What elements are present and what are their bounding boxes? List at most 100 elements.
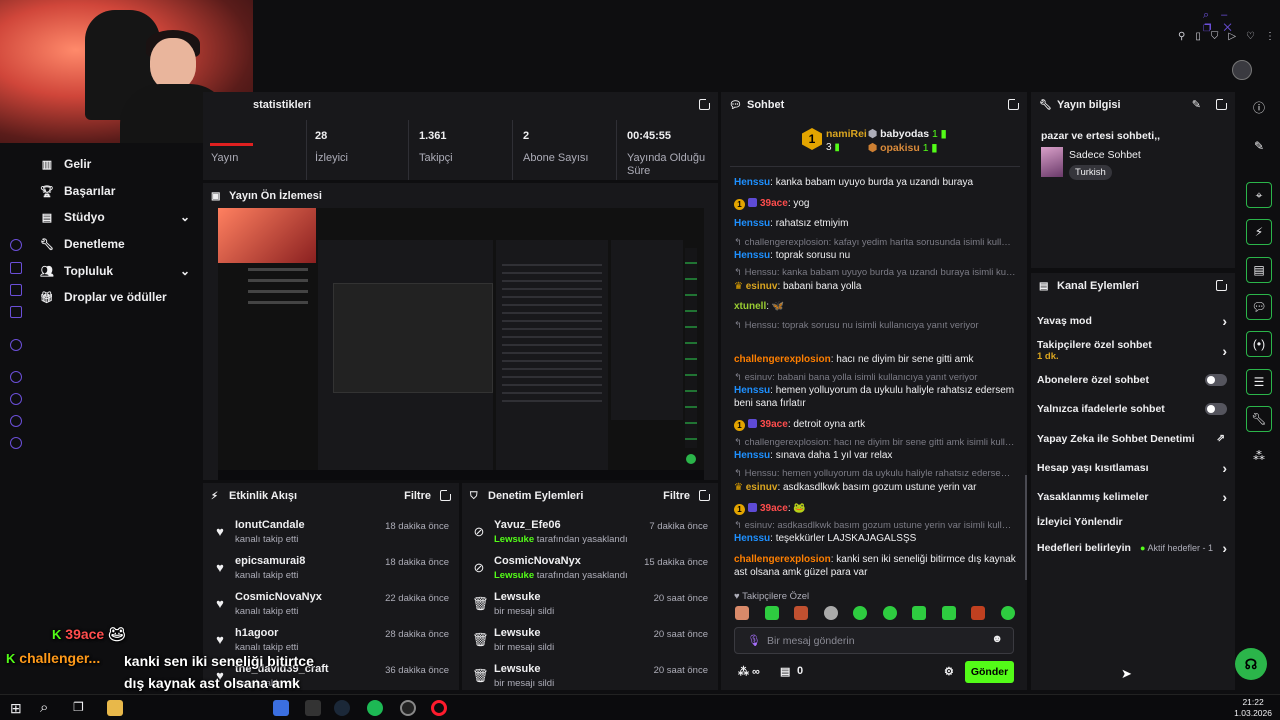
rail-icon-1[interactable] — [10, 239, 22, 251]
minimize-icon[interactable]: – — [1221, 9, 1239, 21]
reply-icon: ↰ — [734, 468, 745, 479]
banned-words-row[interactable]: Yasaklanmış kelimeler › — [1037, 490, 1227, 504]
chat-scrollbar[interactable] — [1025, 475, 1027, 580]
emoji-icon[interactable]: ☻ — [991, 633, 1003, 645]
stream-preview-video[interactable] — [218, 208, 704, 480]
popout-icon[interactable] — [699, 488, 712, 501]
start-icon[interactable]: ⊞ — [10, 700, 22, 717]
rail-icon-5[interactable] — [10, 339, 22, 351]
language-tag[interactable]: Turkish — [1069, 165, 1112, 180]
rail-icon-2[interactable] — [10, 262, 22, 274]
stack-icon[interactable]: ☰ — [1246, 369, 1272, 395]
popout-icon[interactable] — [1216, 278, 1229, 291]
emote-icon[interactable] — [853, 606, 868, 620]
emote-icon[interactable] — [794, 606, 809, 620]
emote-icon[interactable] — [912, 606, 927, 620]
emote-icon[interactable] — [1000, 606, 1015, 620]
play-icon[interactable]: ▷ — [1228, 31, 1246, 42]
emote-icon[interactable] — [823, 606, 838, 620]
emote-icon[interactable] — [764, 606, 779, 620]
popout-icon[interactable] — [1008, 97, 1021, 110]
chat-username: xtunell — [734, 301, 767, 312]
emote-icon[interactable] — [971, 606, 986, 620]
target-icon[interactable]: ⌖ — [1246, 182, 1272, 208]
panel-header: 🔧︎ Yayın bilgisi — [1031, 92, 1235, 118]
chat-message: Henssu: rahatsız etmiyim — [734, 218, 849, 229]
rail-icon-7[interactable] — [10, 393, 22, 405]
chat-username: Henssu — [734, 177, 771, 188]
chat-username: 39ace — [760, 419, 788, 430]
reply-icon: ↰ — [734, 237, 745, 248]
popout-icon[interactable] — [699, 97, 712, 110]
shield-icon[interactable]: ⛉ — [1211, 31, 1229, 42]
popout-icon[interactable] — [440, 488, 453, 501]
slow-mode-row[interactable]: Yavaş mod › — [1037, 314, 1227, 328]
rail-icon-6[interactable] — [10, 371, 22, 383]
emote-chat-toggle[interactable] — [1205, 403, 1227, 415]
wrench-icon[interactable]: 🔧︎ — [1246, 406, 1272, 432]
search-icon[interactable]: ⌕ — [40, 699, 48, 716]
subs-chat-toggle[interactable] — [1205, 374, 1227, 386]
emote-chat-row[interactable]: Yalnızca ifadelerle sohbet — [1037, 403, 1227, 415]
filter-button[interactable]: Filtre — [404, 490, 431, 502]
account-age-row[interactable]: Hesap yaşı kısıtlaması › — [1037, 461, 1227, 475]
filter-button[interactable]: Filtre — [663, 490, 690, 502]
pencil-icon[interactable]: ✎ — [1246, 134, 1272, 160]
sidebar-item-droplar[interactable]: 🎁︎ Droplar ve ödüller — [40, 287, 167, 307]
overlay-chat-line-2: K challenger... kanki sen iki seneliği b… — [6, 650, 314, 713]
gear-icon[interactable]: ⚙ — [944, 665, 954, 678]
category-name[interactable]: Sadece Sohbet — [1069, 149, 1141, 161]
sidebar-item-gelir[interactable]: ▥ Gelir — [40, 154, 92, 174]
points-icon[interactable]: ▤ — [780, 665, 790, 678]
bookmark-icon[interactable]: ▯ — [1195, 31, 1211, 42]
opera-icon[interactable] — [431, 700, 447, 716]
sidebar-item-denetleme[interactable]: 🔧︎ Denetleme — [40, 234, 125, 254]
popout-icon[interactable] — [1216, 97, 1229, 110]
panel-header: ▣ Yayın Ön İzlemesi — [203, 183, 718, 209]
more-icon[interactable]: ⋮ — [1265, 31, 1280, 42]
chat-bubble-icon[interactable]: 💬︎ — [1246, 294, 1272, 320]
rail-icon-8[interactable] — [10, 415, 22, 427]
rail-icon-9[interactable] — [10, 437, 22, 449]
clock[interactable]: 21:22 1.03.2026 — [1234, 697, 1272, 719]
followers-chat-row[interactable]: Takipçilere özel sohbet 1 dk. › — [1037, 339, 1227, 362]
cluster-icon[interactable]: ⁂ — [1246, 444, 1272, 470]
raid-row[interactable]: İzleyici Yönlendir — [1037, 516, 1227, 528]
document-icon[interactable]: ▤ — [1246, 257, 1272, 283]
pin-icon[interactable]: ⚲ — [1178, 31, 1195, 42]
app-icon[interactable] — [273, 700, 289, 716]
ai-mod-row[interactable]: Yapay Zeka ile Sohbet Denetimi ⇗ — [1037, 433, 1227, 445]
emote-icon[interactable] — [882, 606, 897, 620]
epic-icon[interactable] — [305, 700, 321, 716]
obs-icon[interactable] — [400, 700, 416, 716]
leader-name: namiRei — [826, 128, 867, 140]
taskbar: ⊞ ⌕ ❐ 21:22 1.03.2026 — [0, 694, 1280, 720]
sidebar-item-topluluk[interactable]: 👥︎ Topluluk ⌄ — [40, 261, 190, 281]
goals-row[interactable]: Hedefleri belirleyin ● Aktif hedefler - 1… — [1037, 541, 1227, 555]
info-icon[interactable]: ⓘ — [1246, 96, 1272, 122]
search-icon[interactable]: ⌕ — [1203, 9, 1221, 21]
taskview-icon[interactable]: ❐ — [73, 700, 84, 714]
infinity-icon[interactable]: ⁂ ∞ — [738, 666, 760, 678]
top-bar — [253, 0, 1280, 92]
send-button[interactable]: Gönder — [965, 661, 1014, 683]
rail-icon-4[interactable] — [10, 306, 22, 318]
chat-input[interactable]: 🎙︎ Bir mesaj gönderin ☻ — [734, 627, 1014, 654]
rail-icon-3[interactable] — [10, 284, 22, 296]
emote-icon[interactable] — [735, 606, 749, 620]
mic-icon[interactable]: 🎙︎ — [747, 634, 761, 647]
edit-icon[interactable]: ✎ — [1192, 98, 1201, 111]
avatar[interactable] — [1232, 60, 1252, 80]
support-button[interactable]: ☊ — [1235, 648, 1267, 680]
stat-label: Takipçi — [419, 152, 453, 164]
emote-icon[interactable] — [941, 606, 956, 620]
sidebar-item-basarilar[interactable]: 🏆︎ Başarılar — [40, 181, 115, 201]
steam-icon[interactable] — [334, 700, 350, 716]
explorer-icon[interactable] — [107, 700, 123, 716]
spotify-icon[interactable] — [367, 700, 383, 716]
broadcast-icon[interactable]: (•) — [1246, 331, 1272, 357]
subs-chat-row[interactable]: Abonelere özel sohbet — [1037, 374, 1227, 386]
bolt-icon[interactable]: ⚡︎ — [1246, 219, 1272, 245]
heart-icon[interactable]: ♡ — [1246, 31, 1265, 42]
sidebar-item-studyo[interactable]: ▤ Stüdyo ⌄ — [40, 207, 190, 227]
